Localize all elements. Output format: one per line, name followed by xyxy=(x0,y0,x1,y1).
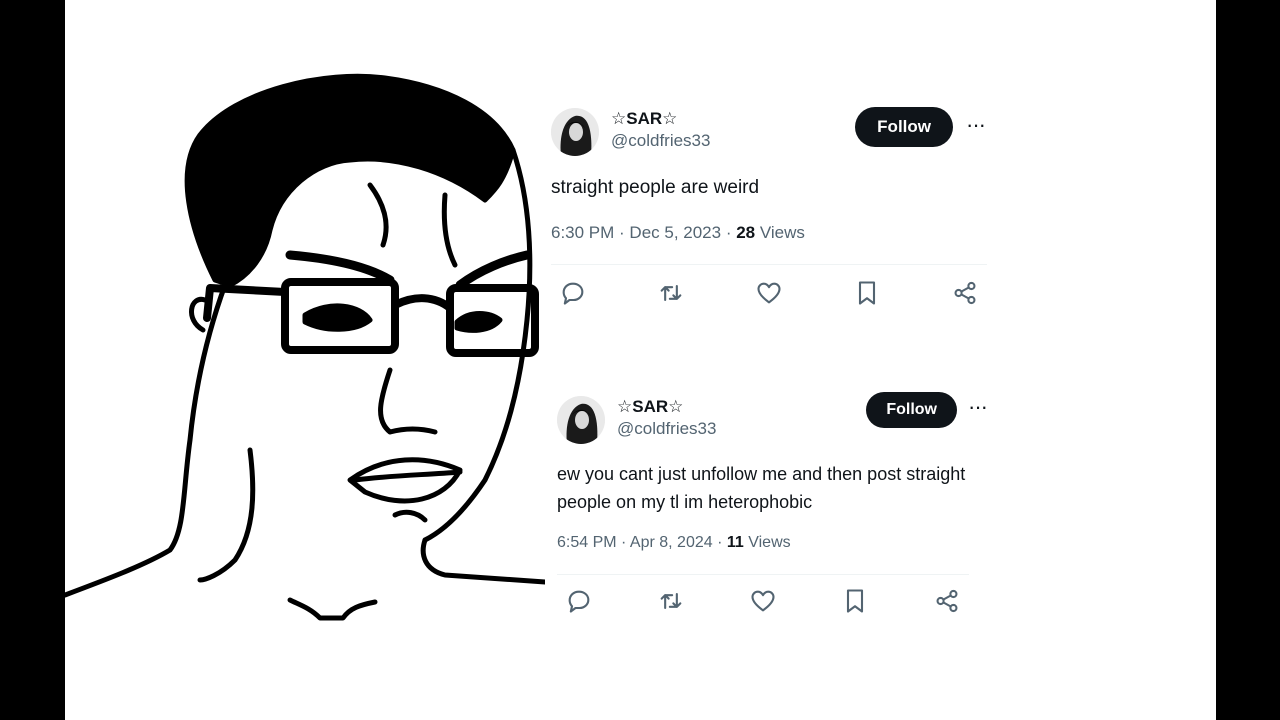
collar xyxy=(287,597,378,621)
wojak-drawing xyxy=(65,73,545,621)
tweet-meta: 6:30 PM · Dec 5, 2023 · 28 Views xyxy=(551,222,987,244)
tweet-header: ☆SAR☆ @coldfries33 Follow ··· xyxy=(557,388,988,450)
reply-icon[interactable] xyxy=(559,279,587,307)
display-name[interactable]: ☆SAR☆ xyxy=(611,108,710,130)
retweet-icon[interactable] xyxy=(657,587,685,615)
views-label: Views xyxy=(755,223,805,242)
chin xyxy=(392,509,428,523)
like-icon[interactable] xyxy=(749,587,777,615)
avatar[interactable] xyxy=(551,108,599,156)
neck-right xyxy=(420,537,545,585)
follow-button[interactable]: Follow xyxy=(866,392,957,428)
display-name[interactable]: ☆SAR☆ xyxy=(617,396,716,418)
face-right-outline xyxy=(422,147,533,543)
more-options-icon[interactable]: ··· xyxy=(966,110,986,140)
tweet-header: ☆SAR☆ @coldfries33 Follow ··· xyxy=(551,100,987,162)
ear xyxy=(189,296,208,333)
avatar[interactable] xyxy=(557,396,605,444)
glasses-bridge xyxy=(391,294,454,312)
bookmark-icon[interactable] xyxy=(853,279,881,307)
reply-icon[interactable] xyxy=(565,587,593,615)
nose xyxy=(378,367,438,435)
bookmark-icon[interactable] xyxy=(841,587,869,615)
share-icon[interactable] xyxy=(951,279,979,307)
user-handle[interactable]: @coldfries33 xyxy=(611,130,710,152)
action-bar xyxy=(557,575,969,615)
tweet-card: ☆SAR☆ @coldfries33 Follow ··· straight p… xyxy=(551,100,987,307)
share-icon[interactable] xyxy=(933,587,961,615)
like-icon[interactable] xyxy=(755,279,783,307)
brow-right xyxy=(455,250,532,290)
tweet-meta: 6:54 PM · Apr 8, 2024 · 11 Views xyxy=(557,532,969,554)
neck-left xyxy=(197,447,256,583)
user-names: ☆SAR☆ @coldfries33 xyxy=(617,396,716,440)
views-label: Views xyxy=(743,534,791,551)
view-count: 28 xyxy=(736,223,756,242)
tweet-card: ☆SAR☆ @coldfries33 Follow ··· ew you can… xyxy=(557,388,988,615)
wrinkle-2 xyxy=(441,192,458,268)
tweet-timestamp[interactable]: 6:54 PM · Apr 8, 2024 · xyxy=(557,534,727,551)
more-options-icon[interactable]: ··· xyxy=(968,392,988,422)
action-bar xyxy=(551,265,987,307)
retweet-icon[interactable] xyxy=(657,279,685,307)
tweet-timestamp[interactable]: 6:30 PM · Dec 5, 2023 · xyxy=(551,223,736,242)
mouth-line xyxy=(352,469,463,483)
eye-left xyxy=(302,303,373,332)
brow-left xyxy=(285,250,395,285)
video-frame: ☆SAR☆ @coldfries33 Follow ··· straight p… xyxy=(65,0,1216,720)
hair xyxy=(184,73,516,288)
tweet-text: ew you cant just unfollow me and then po… xyxy=(557,464,966,512)
user-names: ☆SAR☆ @coldfries33 xyxy=(611,108,710,152)
eye-right xyxy=(454,311,503,333)
wrinkle-1 xyxy=(367,182,389,248)
user-handle[interactable]: @coldfries33 xyxy=(617,418,716,440)
tweet-text: straight people are weird xyxy=(551,177,760,198)
follow-button[interactable]: Follow xyxy=(855,107,953,147)
view-count: 11 xyxy=(726,534,744,551)
